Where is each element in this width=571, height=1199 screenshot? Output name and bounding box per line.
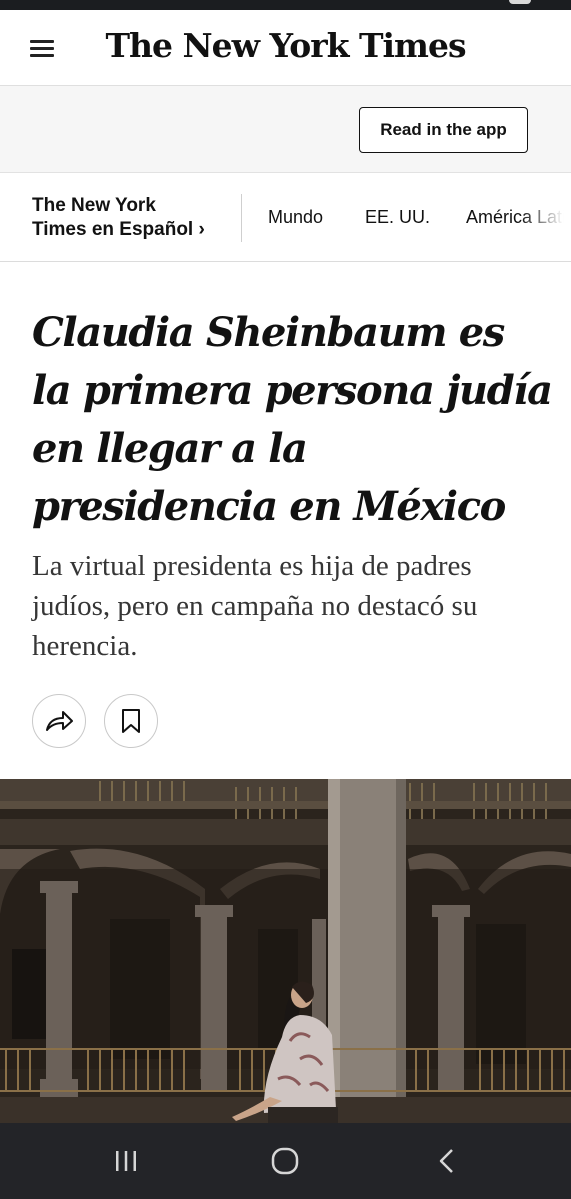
bookmark-icon: [122, 709, 140, 733]
article-headline: Claudia Sheinbaum es la primera persona …: [32, 309, 553, 530]
recent-apps-button[interactable]: [106, 1145, 146, 1177]
android-navigation-bar: [0, 1123, 571, 1199]
brand-line-1: The New York: [32, 195, 156, 216]
nav-item-ee-uu[interactable]: EE. UU.: [365, 207, 430, 228]
back-button[interactable]: [426, 1145, 466, 1177]
article-photo: [0, 779, 571, 1123]
nyt-logo[interactable]: The New York Times: [0, 26, 571, 65]
app-promo-bar: Read in the app: [0, 86, 571, 173]
save-button[interactable]: [104, 694, 158, 748]
share-button[interactable]: [32, 694, 86, 748]
read-in-app-button[interactable]: Read in the app: [359, 107, 528, 153]
recent-apps-icon: [116, 1151, 136, 1171]
nav-divider: [241, 194, 242, 242]
status-bar: [0, 0, 571, 10]
article-summary: La virtual presidenta es hija de padres …: [32, 550, 478, 662]
nav-item-mundo[interactable]: Mundo: [268, 207, 323, 228]
home-button[interactable]: [265, 1145, 305, 1177]
brand-line-2: Times en Español ›: [32, 219, 205, 240]
share-arrow-icon: [46, 711, 73, 731]
section-nav: The New York Times en Español › Mundo EE…: [0, 174, 571, 262]
back-chevron-icon: [439, 1149, 453, 1173]
courtyard-illustration: [0, 779, 571, 1123]
home-circle-icon: [271, 1147, 299, 1175]
masthead: The New York Times: [0, 10, 571, 86]
nav-fade-overlay: [521, 174, 571, 261]
status-indicator: [509, 0, 531, 4]
nyt-espanol-link[interactable]: The New York Times en Español ›: [32, 194, 232, 242]
